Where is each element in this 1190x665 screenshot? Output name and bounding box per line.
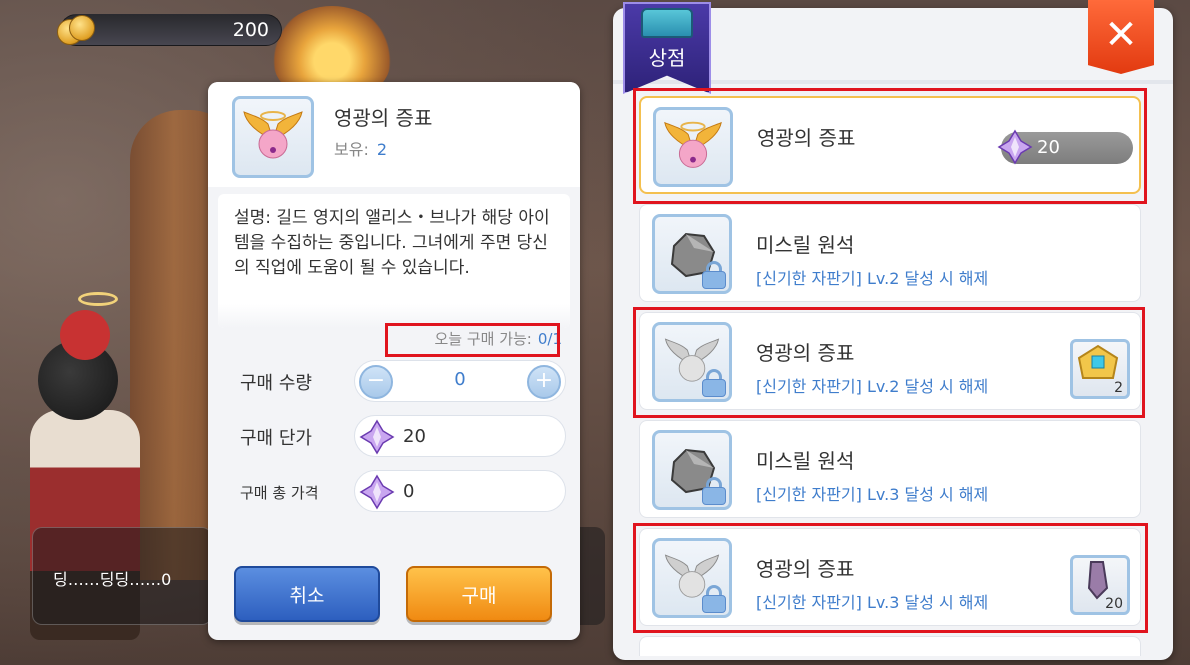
- quantity-stepper[interactable]: − 0 +: [354, 360, 566, 402]
- purple-gem-icon: [997, 129, 1033, 165]
- shop-item[interactable]: 영광의 증표 [신기한 자판기] Lv.3 달성 시 해제 20: [639, 528, 1141, 626]
- buy-button[interactable]: 구매: [406, 566, 552, 622]
- reward-count: 20: [1105, 596, 1123, 612]
- close-icon: ✕: [1104, 12, 1138, 58]
- halo-icon: [78, 292, 118, 306]
- shop-title: 상점: [648, 46, 686, 70]
- close-button[interactable]: ✕: [1088, 0, 1154, 74]
- unit-price-value: 20: [403, 426, 426, 447]
- owned-count: 보유: 2: [334, 136, 387, 160]
- mithril-ore-icon: [652, 430, 732, 510]
- reward-chest-box: 2: [1070, 339, 1130, 399]
- item-description: 설명: 길드 영지의 앨리스・브나가 해당 아이템을 수집하는 중입니다. 그녀…: [234, 208, 550, 278]
- unit-price-label: 구매 단가: [240, 428, 312, 449]
- unit-price-field: 20: [354, 415, 566, 457]
- owned-label: 보유:: [334, 140, 369, 159]
- shop-item[interactable]: 미스릴 원석 [신기한 자판기] Lv.2 달성 시 해제: [639, 204, 1141, 302]
- owned-value: 2: [376, 140, 388, 159]
- chat-text: 딩……딩딩……0: [53, 570, 172, 589]
- shop-item-name: 미스릴 원석: [756, 449, 855, 473]
- quantity-label: 구매 수량: [240, 373, 312, 394]
- reward-scroll-box: 20: [1070, 555, 1130, 615]
- shop-item[interactable]: 영광의 증표 [신기한 자판기] Lv.2 달성 시 해제 2: [639, 312, 1141, 410]
- shop-item-name: 영광의 증표: [757, 126, 856, 150]
- chat-bubble: 딩……딩딩……0: [32, 527, 212, 625]
- lock-icon: [701, 369, 727, 397]
- price-tag: 20: [997, 129, 1133, 165]
- unlock-condition: [신기한 자판기] Lv.2 달성 시 해제: [756, 269, 989, 288]
- total-price-label: 구매 총 가격: [240, 484, 319, 502]
- purple-gem-icon: [359, 474, 395, 510]
- cancel-button[interactable]: 취소: [234, 566, 380, 622]
- shop-item-name: 영광의 증표: [756, 341, 855, 365]
- unlock-condition: [신기한 자판기] Lv.3 달성 시 해제: [756, 485, 989, 504]
- lock-icon: [701, 477, 727, 505]
- character-hair: [60, 310, 110, 360]
- total-price-field: 0: [354, 470, 566, 512]
- daily-purchase-limit: 오늘 구매 가능: 0/1: [434, 328, 562, 349]
- glory-token-icon: [653, 107, 733, 187]
- purple-gem-icon: [359, 419, 395, 455]
- shop-item-name: 미스릴 원석: [756, 233, 855, 257]
- lock-icon: [701, 261, 727, 289]
- item-detail-panel: 영광의 증표 보유: 2 설명: 길드 영지의 앨리스・브나가 해당 아이템을 수…: [208, 82, 580, 640]
- mithril-ore-icon: [652, 214, 732, 294]
- total-price-value: 0: [403, 481, 415, 502]
- unlock-condition: [신기한 자판기] Lv.2 달성 시 해제: [756, 377, 989, 396]
- treasure-chest-icon: [641, 8, 693, 38]
- shop-title-badge: 상점: [623, 2, 711, 94]
- shop-item[interactable]: 미스릴 원석 [신기한 자판기] Lv.3 달성 시 해제: [639, 420, 1141, 518]
- glory-token-icon: [652, 538, 732, 618]
- glory-token-icon: [232, 96, 314, 178]
- gold-currency-bar: 200: [57, 13, 282, 49]
- shop-item-partial[interactable]: [639, 636, 1141, 656]
- item-description-box[interactable]: 설명: 길드 영지의 앨리스・브나가 해당 아이템을 수집하는 중입니다. 그녀…: [218, 194, 570, 328]
- reward-count: 2: [1114, 380, 1123, 396]
- glory-token-icon: [652, 322, 732, 402]
- daily-limit-label: 오늘 구매 가능:: [434, 330, 532, 348]
- plus-icon[interactable]: +: [527, 365, 561, 399]
- price-value: 20: [1037, 137, 1060, 158]
- gold-coin-icon: [57, 13, 97, 49]
- daily-limit-value: 0/1: [537, 330, 562, 348]
- lock-icon: [701, 585, 727, 613]
- unlock-condition: [신기한 자판기] Lv.3 달성 시 해제: [756, 593, 989, 612]
- item-detail-header: 영광의 증표 보유: 2: [208, 82, 580, 187]
- gold-amount: 200: [232, 19, 269, 41]
- description-fade: [218, 304, 570, 328]
- shop-item[interactable]: 영광의 증표 20: [639, 96, 1141, 194]
- item-name: 영광의 증표: [334, 106, 433, 130]
- shop-item-name: 영광의 증표: [756, 557, 855, 581]
